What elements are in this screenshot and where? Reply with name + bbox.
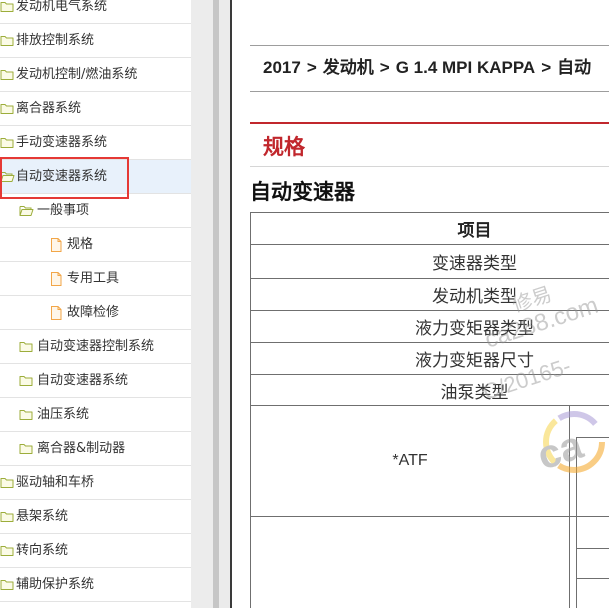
- tree-item-label: 发动机电气系统: [16, 0, 108, 14]
- breadcrumb-system: 自动: [557, 58, 592, 77]
- folder-open-icon: [0, 170, 15, 184]
- table-row: [251, 516, 609, 608]
- document-pane: 2017 > 发动机 > G 1.4 MPI KAPPA > 自动 规格 自动变速器 项目 …: [230, 0, 609, 608]
- tree-item-label: 故障检修: [67, 305, 120, 320]
- tree-item-suspension-system[interactable]: 悬架系统: [0, 500, 191, 534]
- folder-icon: [19, 374, 33, 388]
- folder-icon: [19, 340, 33, 354]
- tree-item-label: 一般事项: [37, 203, 90, 218]
- breadcrumb-year: 2017: [263, 58, 301, 77]
- breadcrumb-separator: >: [379, 58, 390, 77]
- tree-list: 发动机电气系统 排放控制系统 发动机控制/燃油系统 离合器系统 手动变速器系统 自动变速器…: [0, 0, 191, 602]
- folder-open-icon: [19, 204, 34, 218]
- breadcrumb-engine: 发动机: [322, 58, 374, 77]
- tree-item-label: 手动变速器系统: [16, 135, 108, 150]
- tree-item-specifications[interactable]: 规格: [0, 228, 191, 262]
- tree-item-label: 离合器&制动器: [37, 441, 126, 456]
- table-row-atf: *ATF: [251, 405, 609, 516]
- table-grid-line: [576, 517, 577, 608]
- table-grid-line: [576, 437, 577, 516]
- tree-item-label: 专用工具: [67, 271, 120, 286]
- table-grid-line: [569, 406, 570, 516]
- table-grid-line: [576, 437, 609, 438]
- table-cell-engine-type: 发动机类型: [432, 287, 517, 307]
- section-rule: [250, 122, 609, 124]
- table-row: 液力变矩器类型: [251, 310, 609, 342]
- spec-table: 项目 变速器类型 发动机类型 液力变矩器类型 液力变矩器尺寸 油泵类型 *ATF: [250, 212, 609, 608]
- folder-icon: [0, 476, 14, 490]
- folder-icon: [0, 68, 14, 82]
- breadcrumb-engine-model: G 1.4 MPI KAPPA: [395, 58, 536, 77]
- tree-item-label: 自动变速器系统: [16, 169, 108, 184]
- table-cell-oil-pump-type: 油泵类型: [440, 382, 509, 403]
- tree-item-driveshaft-and-axle[interactable]: 驱动轴和车桥: [0, 466, 191, 500]
- section-bottom-rule: [250, 166, 609, 167]
- tree-item-label: 离合器系统: [16, 101, 82, 116]
- file-icon: [50, 238, 62, 252]
- tree-item-restraint-system[interactable]: 辅助保护系统: [0, 568, 191, 602]
- tree-item-label: 规格: [67, 237, 94, 252]
- table-cell-atf: *ATF: [392, 452, 428, 469]
- tree-item-troubleshooting[interactable]: 故障检修: [0, 296, 191, 330]
- folder-icon: [0, 578, 14, 592]
- table-grid-line: [576, 548, 609, 549]
- subsection-title: 自动变速器: [250, 180, 355, 204]
- table-cell-transaxle-type: 变速器类型: [432, 254, 517, 274]
- breadcrumb: 2017 > 发动机 > G 1.4 MPI KAPPA > 自动: [263, 57, 609, 79]
- document-margin: [219, 0, 230, 608]
- folder-icon: [0, 102, 14, 116]
- tree-item-label: 驱动轴和车桥: [16, 475, 95, 490]
- tree-item-general-information[interactable]: 一般事项: [0, 194, 191, 228]
- tree-item-automatic-transaxle-control-system[interactable]: 自动变速器控制系统: [0, 330, 191, 364]
- tree-item-label: 转向系统: [16, 543, 69, 558]
- tree-item-label: 辅助保护系统: [16, 577, 95, 592]
- section-title: 规格: [263, 135, 305, 159]
- tree-item-special-service-tools[interactable]: 专用工具: [0, 262, 191, 296]
- tree-item-label: 油压系统: [37, 407, 90, 422]
- tree-item-label: 悬架系统: [16, 509, 69, 524]
- tree-item-manual-transaxle-system[interactable]: 手动变速器系统: [0, 126, 191, 160]
- tree-item-label: 自动变速器系统: [37, 373, 129, 388]
- tree-item-label: 自动变速器控制系统: [37, 339, 155, 354]
- tree-item-engine-control-fuel-system[interactable]: 发动机控制/燃油系统: [0, 58, 191, 92]
- panel-gutter: [191, 0, 213, 608]
- folder-icon: [0, 544, 14, 558]
- table-cell-torque-converter-type: 液力变矩器类型: [415, 319, 534, 339]
- table-cell-torque-converter-size: 液力变矩器尺寸: [415, 351, 534, 371]
- folder-icon: [19, 442, 33, 456]
- table-row: 油泵类型: [251, 374, 609, 405]
- tree-item-hydraulic-system[interactable]: 油压系统: [0, 398, 191, 432]
- breadcrumb-separator: >: [306, 58, 317, 77]
- table-row: 液力变矩器尺寸: [251, 342, 609, 374]
- table-header-row: 项目: [251, 212, 609, 244]
- tree-item-engine-electrical-system[interactable]: 发动机电气系统: [0, 0, 191, 24]
- tree-item-label: 发动机控制/燃油系统: [16, 67, 138, 82]
- folder-icon: [0, 136, 14, 150]
- file-icon: [50, 272, 62, 286]
- table-row: 发动机类型: [251, 278, 609, 310]
- tree-item-label: 排放控制系统: [16, 33, 95, 48]
- folder-icon: [0, 510, 14, 524]
- breadcrumb-top-rule: [250, 45, 609, 46]
- folder-icon: [19, 408, 33, 422]
- tree-item-automatic-transaxle-system[interactable]: 自动变速器系统: [0, 160, 191, 194]
- folder-icon: [0, 0, 14, 14]
- tree-item-automatic-transaxle-system-sub[interactable]: 自动变速器系统: [0, 364, 191, 398]
- tree-item-clutch-system[interactable]: 离合器系统: [0, 92, 191, 126]
- table-header-item: 项目: [457, 221, 492, 241]
- tree-item-clutch-and-brake[interactable]: 离合器&制动器: [0, 432, 191, 466]
- breadcrumb-separator: >: [541, 58, 552, 77]
- navigation-tree: 发动机电气系统 排放控制系统 发动机控制/燃油系统 离合器系统 手动变速器系统 自动变速器…: [0, 0, 191, 608]
- table-row: 变速器类型: [251, 244, 609, 278]
- file-icon: [50, 306, 62, 320]
- tree-item-steering-system[interactable]: 转向系统: [0, 534, 191, 568]
- table-grid-line: [569, 517, 570, 608]
- table-grid-line: [576, 578, 609, 579]
- breadcrumb-bottom-rule: [250, 91, 609, 92]
- tree-item-emission-control-system[interactable]: 排放控制系统: [0, 24, 191, 58]
- folder-icon: [0, 34, 14, 48]
